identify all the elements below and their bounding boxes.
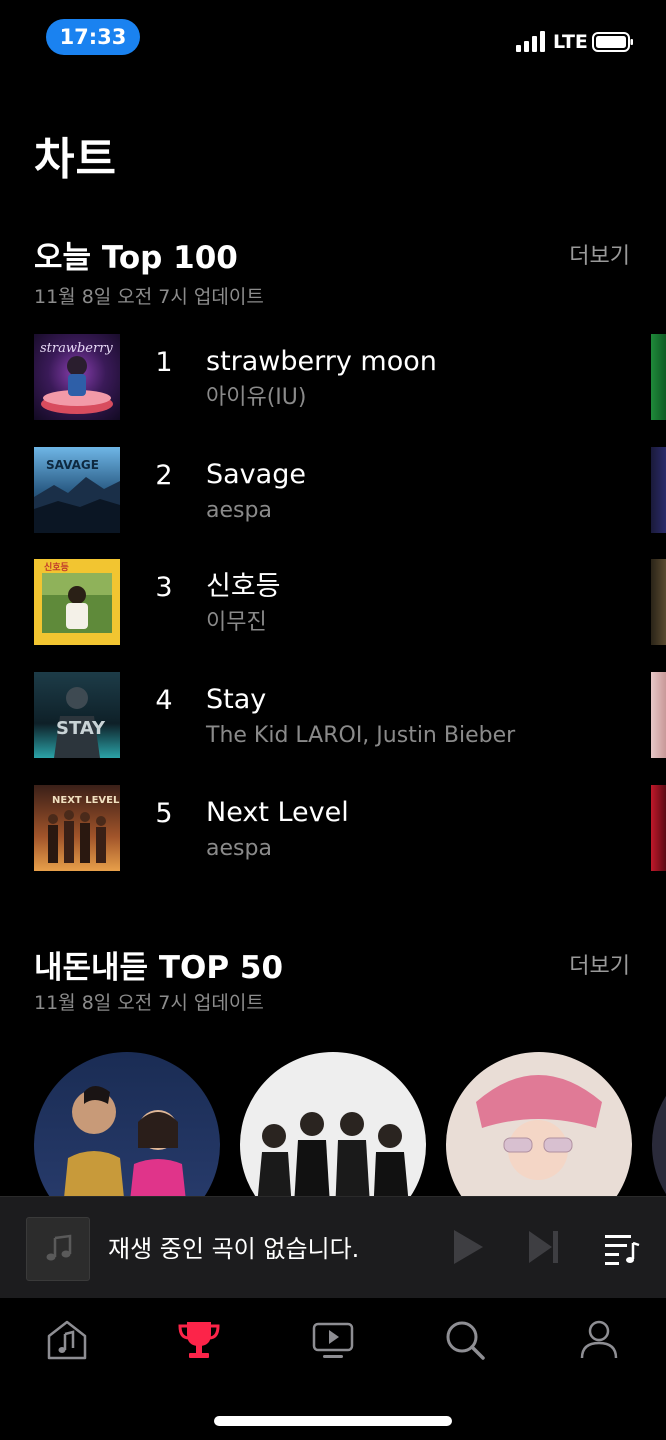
- song-title: Next Level: [206, 797, 349, 828]
- svg-text:SAVAGE: SAVAGE: [46, 458, 99, 472]
- next-page-cover[interactable]: [651, 447, 666, 533]
- top50-title: 내돈내듣 TOP 50: [34, 950, 284, 986]
- album-cover[interactable]: NEXT LEVEL: [34, 785, 120, 871]
- song-title: strawberry moon: [206, 346, 437, 377]
- top50-updated: 11월 8일 오전 7시 업데이트: [34, 992, 264, 1014]
- song-artist: aespa: [206, 498, 272, 523]
- chart-rank: 4: [155, 685, 173, 716]
- svg-text:신호등: 신호등: [44, 561, 69, 573]
- song-title: 신호등: [206, 571, 281, 602]
- chart-row[interactable]: NEXT LEVEL 5 Next Level aespa: [34, 785, 666, 873]
- song-title: Stay: [206, 684, 267, 715]
- chart-row[interactable]: STAY 4 Stay The Kid LAROI, Justin Bieber: [34, 672, 666, 760]
- next-track-icon[interactable]: [526, 1227, 562, 1267]
- album-cover[interactable]: strawberry: [34, 334, 120, 420]
- top50-more-link[interactable]: 더보기: [569, 952, 630, 982]
- next-page-cover[interactable]: [651, 785, 666, 871]
- svg-text:STAY: STAY: [56, 718, 106, 739]
- song-artist: 이무진: [206, 610, 267, 635]
- player-artwork: [26, 1217, 90, 1281]
- song-artist: aespa: [206, 836, 272, 861]
- album-cover[interactable]: STAY: [34, 672, 120, 758]
- mini-player[interactable]: 재생 중인 곡이 없습니다.: [0, 1196, 666, 1298]
- music-note-icon: [46, 1234, 72, 1261]
- top100-updated: 11월 8일 오전 7시 업데이트: [34, 286, 264, 308]
- battery-icon: [592, 32, 633, 52]
- signal-icon: [516, 31, 545, 52]
- song-artist: The Kid LAROI, Justin Bieber: [206, 723, 516, 748]
- video-play-icon[interactable]: [311, 1318, 355, 1362]
- top100-title: 오늘 Top 100: [34, 240, 238, 276]
- song-artist: 아이유(IU): [206, 385, 307, 410]
- chart-row[interactable]: SAVAGE 2 Savage aespa: [34, 447, 666, 535]
- profile-icon[interactable]: [577, 1318, 621, 1362]
- chart-rank: 5: [155, 798, 173, 829]
- player-status: 재생 중인 곡이 없습니다.: [108, 1235, 360, 1263]
- status-bar: 17:33 LTE: [0, 0, 666, 80]
- playlist-icon[interactable]: [603, 1229, 641, 1267]
- chart-row[interactable]: strawberry 1 strawberry moon 아이유(IU): [34, 334, 666, 422]
- status-time: 17:33: [46, 19, 140, 55]
- next-page-cover[interactable]: [651, 334, 666, 420]
- chart-rank: 3: [155, 572, 173, 603]
- music-note-icon[interactable]: [45, 1318, 89, 1362]
- album-cover[interactable]: 신호등: [34, 559, 120, 645]
- play-icon[interactable]: [450, 1227, 486, 1267]
- top100-more-link[interactable]: 더보기: [569, 242, 630, 272]
- chart-screen: 17:33 LTE 차트 오늘 Top 100 더보기 11월 8일 오전 7시…: [0, 0, 666, 1440]
- home-indicator: [214, 1416, 452, 1426]
- svg-text:NEXT LEVEL: NEXT LEVEL: [52, 795, 120, 806]
- chart-rank: 2: [155, 460, 173, 491]
- chart-row[interactable]: 신호등 3 신호등 이무진: [34, 559, 666, 647]
- network-label: LTE: [553, 31, 588, 53]
- trophy-icon[interactable]: [177, 1318, 221, 1362]
- svg-text:strawberry: strawberry: [40, 341, 113, 356]
- page-title: 차트: [34, 134, 117, 185]
- next-page-cover[interactable]: [651, 672, 666, 758]
- next-page-cover[interactable]: [651, 559, 666, 645]
- chart-rank: 1: [155, 347, 173, 378]
- song-title: Savage: [206, 459, 306, 490]
- album-cover[interactable]: SAVAGE: [34, 447, 120, 533]
- search-icon[interactable]: [443, 1318, 487, 1362]
